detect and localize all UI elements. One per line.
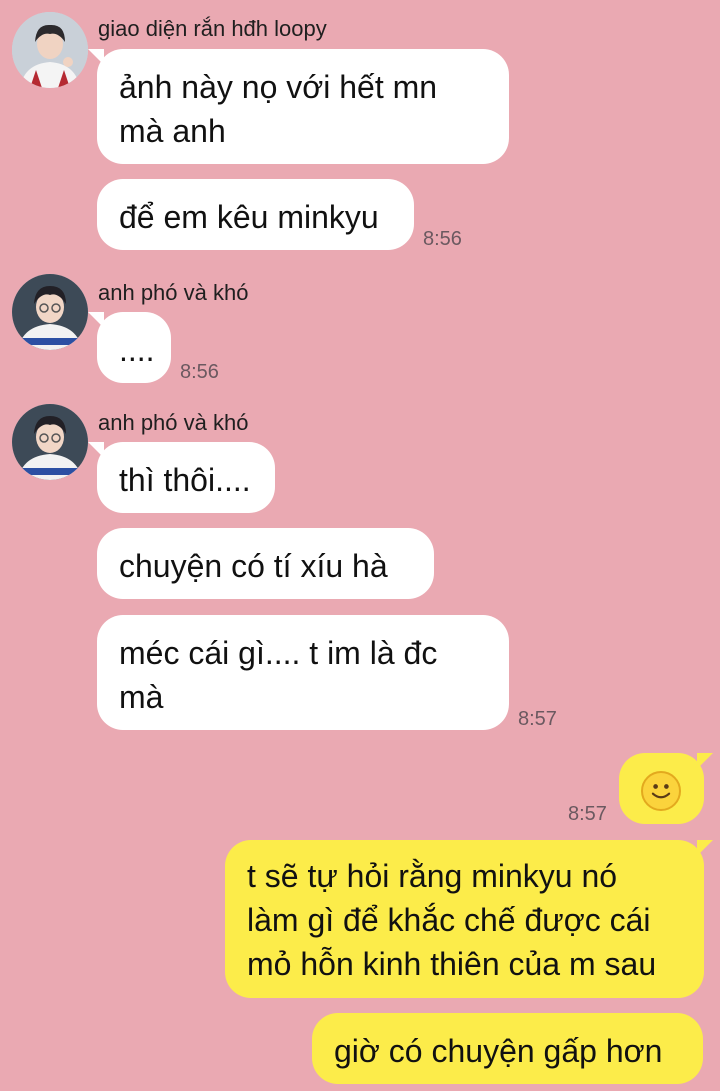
message-timestamp: 8:57 [568, 803, 607, 825]
avatar-photo-icon [12, 274, 88, 350]
avatar[interactable] [12, 404, 88, 480]
message-bubble[interactable]: .... [88, 312, 171, 383]
sender-name: giao diện rắn hđh loopy [98, 16, 327, 41]
message-timestamp: 8:56 [423, 228, 462, 250]
message-bubble[interactable]: giờ có chuyện gấp hơn [312, 1013, 703, 1084]
avatar-photo-icon [12, 12, 88, 88]
message-bubble[interactable]: t sẽ tự hỏi rằng minkyu nó làm gì để khắ… [225, 840, 713, 998]
message-bubble[interactable]: thì thôi.... [88, 442, 275, 513]
sender-name: anh phó và khó [98, 280, 249, 305]
message-timestamp: 8:57 [518, 708, 557, 730]
slightly-smiling-face-icon [641, 771, 681, 811]
message-bubble[interactable]: để em kêu minkyu [97, 179, 414, 250]
avatar[interactable] [12, 274, 88, 350]
sender-name: anh phó và khó [98, 410, 249, 435]
avatar-photo-icon [12, 404, 88, 480]
avatar[interactable] [12, 12, 88, 88]
message-bubble[interactable]: méc cái gì.... t im là đc mà [97, 615, 509, 730]
message-bubble[interactable]: ảnh này nọ với hết mn mà anh [88, 49, 509, 164]
message-timestamp: 8:56 [180, 361, 219, 383]
message-bubble[interactable]: chuyện có tí xíu hà [97, 528, 434, 599]
